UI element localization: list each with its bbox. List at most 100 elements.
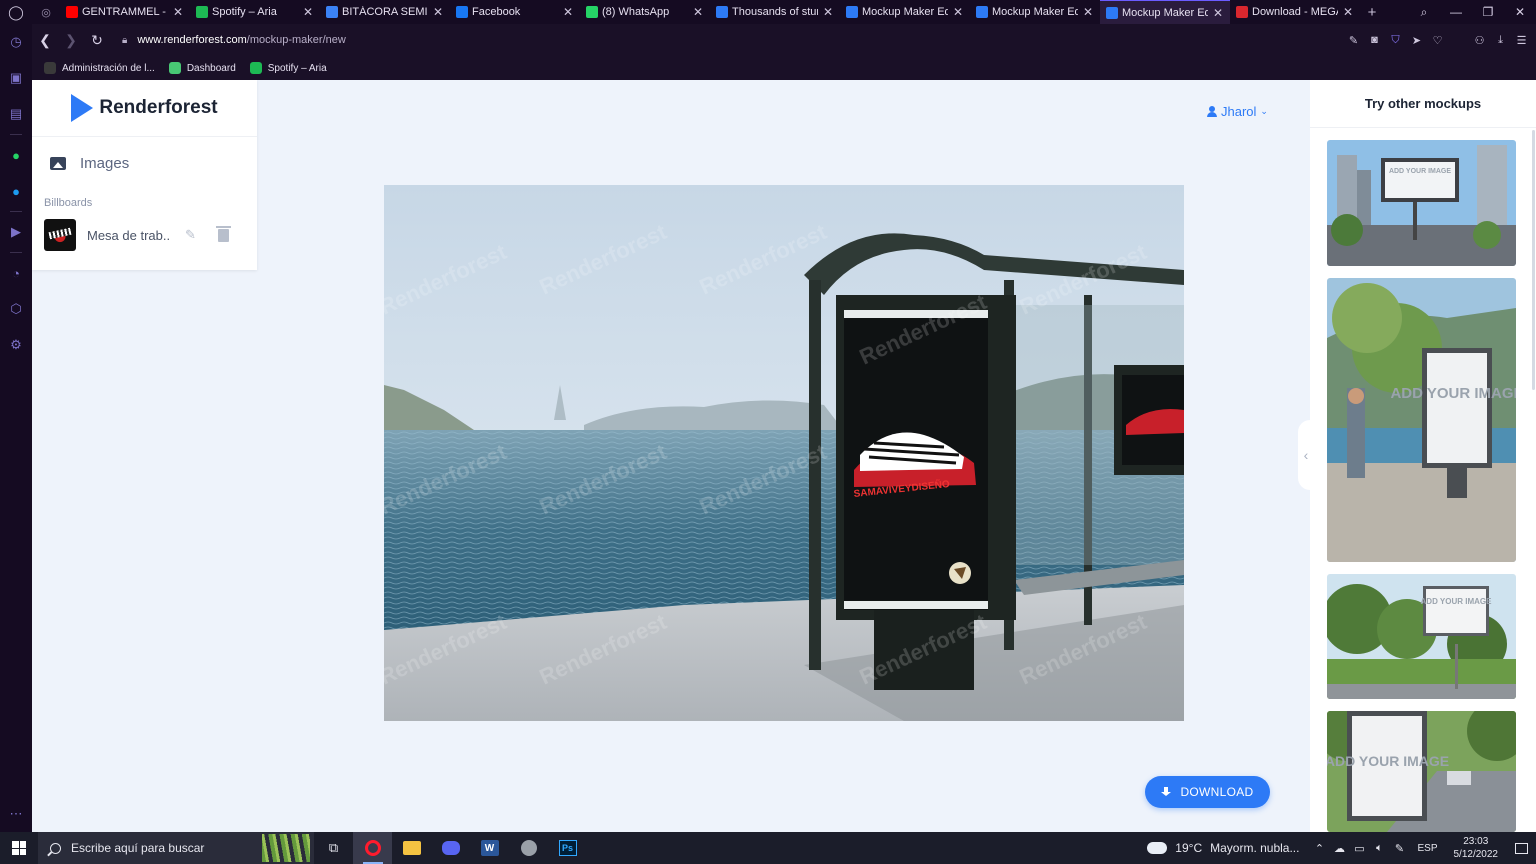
heart-icon[interactable]: ♡ — [1429, 34, 1446, 47]
bookmark-item[interactable]: Administración de l... — [44, 62, 155, 74]
taskbar-file-explorer-app[interactable] — [392, 832, 431, 864]
history-icon[interactable]: ◔ — [0, 255, 32, 291]
opera-logo-icon[interactable]: ◯ — [0, 0, 32, 24]
extensions-icon[interactable]: ⬡ — [0, 291, 32, 327]
settings-icon[interactable]: ⚙ — [0, 327, 32, 363]
close-tab-icon[interactable]: ✕ — [952, 5, 964, 19]
browser-tab[interactable]: Mockup Maker Edito ✕ — [970, 0, 1100, 24]
network-icon[interactable]: ▭ — [1349, 842, 1369, 855]
browser-tab[interactable]: Spotify – Aria ✕ — [190, 0, 320, 24]
close-tab-icon[interactable]: ✕ — [1212, 6, 1224, 20]
bookmark-item[interactable]: Spotify – Aria — [249, 62, 327, 74]
tab-favicon-icon — [846, 6, 858, 18]
renderforest-logo[interactable]: Renderforest — [32, 80, 257, 137]
forward-button[interactable]: ❯ — [58, 24, 84, 56]
browser-tab[interactable]: Mockup Maker Edito ✕ — [1100, 0, 1230, 24]
user-menu[interactable]: Jharol ⌄ — [1207, 104, 1268, 119]
minimize-button[interactable]: — — [1440, 0, 1472, 24]
tab-label: Spotify – Aria — [212, 6, 277, 18]
workspace-icon[interactable]: ▣ — [0, 60, 32, 96]
windows-start-button[interactable] — [0, 832, 38, 864]
scrollbar[interactable] — [1532, 130, 1535, 390]
chevron-down-icon: ⌄ — [1260, 106, 1268, 116]
download-button[interactable]: DOWNLOAD — [1145, 776, 1270, 808]
taskbar-search-box[interactable]: Escribe aquí para buscar — [38, 832, 314, 864]
twitter-icon[interactable]: ● — [0, 173, 32, 209]
player-icon[interactable]: ▶ — [0, 214, 32, 250]
close-tab-icon[interactable]: ✕ — [692, 5, 704, 19]
taskbar-photoshop-app[interactable]: Ps — [548, 832, 587, 864]
volume-icon[interactable]: 🔈︎ — [1369, 842, 1389, 855]
taskbar-discord-app[interactable] — [431, 832, 470, 864]
vpn-shield-icon[interactable]: ⛉ — [1387, 34, 1404, 47]
close-tab-icon[interactable]: ✕ — [172, 5, 184, 19]
browser-tab[interactable]: (8) WhatsApp ✕ — [580, 0, 710, 24]
clock[interactable]: 23:03 5/12/2022 — [1446, 835, 1507, 861]
chevron-up-icon[interactable]: ⌃ — [1309, 842, 1329, 855]
downloads-icon[interactable]: ⤓ — [1492, 34, 1509, 47]
task-view-button[interactable]: ⧉ — [314, 832, 353, 864]
close-tab-icon[interactable]: ✕ — [562, 5, 574, 19]
menu-icon[interactable]: ☰ — [1513, 34, 1530, 47]
taskbar-opera-app[interactable] — [353, 832, 392, 864]
close-tab-icon[interactable]: ✕ — [1342, 5, 1354, 19]
edit-icon[interactable]: ✎ — [1345, 34, 1362, 47]
system-tray: 19°C Mayorm. nubla... ⌃ ☁ ▭ 🔈︎ ✎ ESP 23:… — [1137, 832, 1536, 864]
profile-icon[interactable]: ⚇ — [1471, 34, 1488, 47]
close-tab-icon[interactable]: ✕ — [822, 5, 834, 19]
layer-thumbnail — [44, 219, 76, 251]
speed-dial-icon[interactable]: ◷ — [0, 24, 32, 60]
twitch-icon[interactable]: ▤ — [0, 96, 32, 132]
layer-item[interactable]: Mesa de trab... ✎ — [32, 215, 257, 255]
taskbar-word-app[interactable]: W — [470, 832, 509, 864]
mockup-thumbnail-city[interactable]: ADD YOUR IMAGE — [1327, 140, 1516, 266]
tab-favicon-icon — [976, 6, 988, 18]
close-window-button[interactable]: ✕ — [1504, 0, 1536, 24]
weather-widget[interactable]: 19°C Mayorm. nubla... — [1137, 837, 1309, 855]
notifications-button[interactable] — [1506, 842, 1536, 854]
pen-icon[interactable]: ✎ — [1389, 842, 1409, 855]
search-tabs-icon[interactable]: ⌕ — [1408, 0, 1440, 24]
browser-tab[interactable]: Download - MEGA ✕ — [1230, 0, 1360, 24]
new-tab-button[interactable]: + — [1360, 4, 1384, 21]
url-field[interactable]: 🔒︎ www.renderforest.com/mockup-maker/new — [122, 34, 1345, 46]
browser-tab[interactable]: Thousands of stunni ✕ — [710, 0, 840, 24]
language-indicator[interactable]: ESP — [1409, 843, 1445, 854]
browser-tab[interactable]: BITÁCORA SEMIÓTIC ✕ — [320, 0, 450, 24]
mockup-thumbnail-highway[interactable]: ADD YOUR IMAGE — [1327, 711, 1516, 832]
reload-button[interactable]: ↻ — [84, 24, 110, 56]
more-icon[interactable]: ⋯ — [0, 796, 32, 832]
browser-tab[interactable]: Mockup Maker Edito ✕ — [840, 0, 970, 24]
send-icon[interactable]: ➤ — [1408, 34, 1425, 47]
whatsapp-icon[interactable]: ● — [0, 137, 32, 173]
bamboo-decoration — [262, 834, 310, 862]
browser-sidebar: ◷ ▣ ▤ ● ● ▶ ◔ ⬡ ⚙ ⋯ — [0, 24, 32, 832]
mockup-thumbnail-seaside[interactable]: ADD YOUR IMAGE — [1327, 278, 1516, 562]
mockup-thumbnail-trees[interactable]: ADD YOUR IMAGE — [1327, 574, 1516, 699]
close-tab-icon[interactable]: ✕ — [432, 5, 444, 19]
close-tab-icon[interactable]: ✕ — [1082, 5, 1094, 19]
mockup-preview[interactable]: SAMAVIVEYDISEÑO Renderforest Renderfores… — [384, 185, 1184, 721]
close-tab-icon[interactable]: ✕ — [302, 5, 314, 19]
pencil-icon[interactable]: ✎ — [185, 227, 196, 243]
download-label: DOWNLOAD — [1180, 785, 1254, 799]
camera-icon[interactable]: ◙ — [1366, 34, 1383, 47]
separator — [1450, 34, 1467, 47]
taskbar-app-icon[interactable] — [509, 832, 548, 864]
tab-workspaces-icon[interactable]: ◎ — [32, 0, 60, 24]
onedrive-icon[interactable]: ☁ — [1329, 842, 1349, 855]
thumbnail-image: ADD YOUR IMAGE — [1327, 140, 1516, 266]
restore-button[interactable]: ❐ — [1472, 0, 1504, 24]
url-domain: www.renderforest.com — [137, 34, 247, 46]
images-section-header[interactable]: Images — [32, 137, 257, 189]
browser-tab[interactable]: GENTRAMMEL - Ou ✕ — [60, 0, 190, 24]
tab-favicon-icon — [1236, 6, 1248, 18]
billboards-group-title: Billboards — [44, 197, 93, 209]
tab-label: Facebook — [472, 6, 521, 18]
back-button[interactable]: ❮ — [32, 24, 58, 56]
trash-icon[interactable] — [215, 225, 231, 242]
clock-time: 23:03 — [1463, 836, 1489, 847]
bookmark-favicon-icon — [168, 62, 181, 74]
bookmark-item[interactable]: Dashboard — [168, 62, 236, 74]
browser-tab[interactable]: Facebook ✕ — [450, 0, 580, 24]
